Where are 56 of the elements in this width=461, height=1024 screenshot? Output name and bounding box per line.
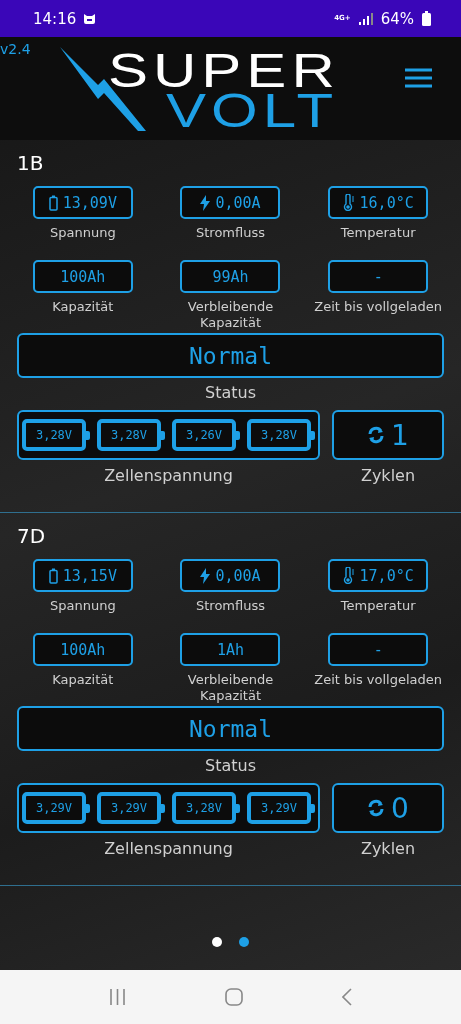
page-dot[interactable]: [239, 937, 249, 947]
battery-icon: [422, 11, 431, 26]
menu-icon[interactable]: [405, 68, 432, 88]
cat-icon: [84, 13, 96, 24]
value-text: 99Ah: [212, 267, 249, 286]
battery-name: 7D: [17, 523, 47, 550]
clock: 14:16: [33, 9, 77, 28]
value-text: 1Ah: [216, 640, 245, 659]
metric-label: Temperatur: [340, 598, 416, 614]
value-text: 13,15V: [62, 566, 117, 585]
status-label: Status: [204, 383, 257, 402]
metric-label: Temperatur: [340, 225, 416, 241]
back-icon[interactable]: [341, 988, 352, 1006]
cycles-label: Zyklen: [359, 839, 417, 858]
signal-icon: [358, 12, 373, 25]
status-label: Status: [204, 756, 257, 775]
metric-label: Zeit bis vollgeladen: [314, 299, 442, 315]
thermometer-icon: [342, 567, 355, 584]
recent-apps-icon[interactable]: [109, 989, 127, 1005]
value-text: 0,00A: [215, 193, 261, 212]
value-text: -: [373, 640, 383, 659]
metric-label: Stromfluss: [196, 225, 265, 241]
metric-label: Verbleibende Kapazität: [186, 299, 275, 331]
refresh-icon: [367, 799, 386, 817]
status-display: Normal: [17, 706, 444, 751]
status-display: Normal: [17, 333, 444, 378]
value-text: -: [373, 267, 383, 286]
cycles-label: Zyklen: [359, 466, 417, 485]
lightning-icon: [200, 194, 211, 211]
value-text: 100Ah: [60, 640, 106, 659]
cycles-value: 0: [391, 791, 409, 825]
battery-percent: 64%: [380, 9, 414, 28]
page-dot[interactable]: [212, 937, 222, 947]
battery-icon: [48, 194, 58, 211]
battery-icon: [48, 567, 58, 584]
metric-label: Spannung: [50, 598, 116, 614]
value-text: 17,0°C: [359, 566, 414, 585]
cells-label: Zellenspannung: [103, 466, 234, 485]
thermometer-icon: [342, 194, 355, 211]
value-text: 100Ah: [60, 267, 106, 286]
refresh-icon: [367, 426, 386, 444]
home-icon[interactable]: [225, 988, 243, 1006]
value-text: 16,0°C: [359, 193, 414, 212]
cycles-value: 1: [391, 418, 409, 452]
cells-label: Zellenspannung: [103, 839, 234, 858]
metric-label: Kapazität: [52, 672, 114, 688]
metric-label: Spannung: [50, 225, 116, 241]
value-text: 0,00A: [215, 566, 261, 585]
battery-name: 1B: [17, 150, 45, 177]
metric-label: Zeit bis vollgeladen: [314, 672, 442, 688]
value-text: 13,09V: [62, 193, 117, 212]
metric-label: Kapazität: [52, 299, 114, 315]
metric-label: Stromfluss: [196, 598, 265, 614]
lightning-icon: [200, 567, 211, 584]
version-label: v2.4: [0, 41, 31, 57]
metric-label: Verbleibende Kapazität: [186, 672, 275, 704]
